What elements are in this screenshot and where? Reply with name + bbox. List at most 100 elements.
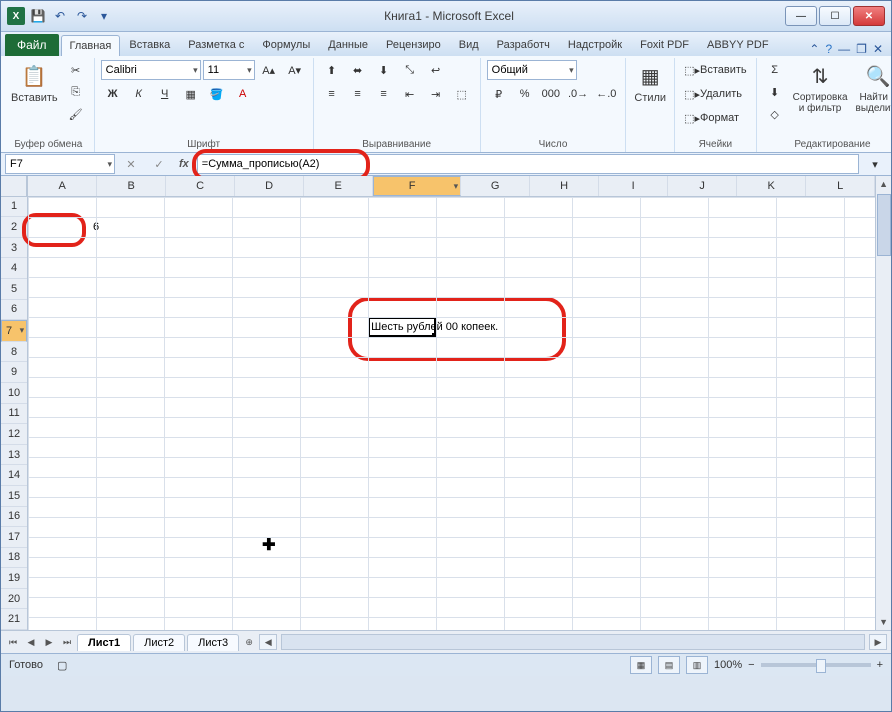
row-header-11[interactable]: 11 <box>1 404 27 425</box>
enter-formula-icon[interactable]: ✓ <box>147 154 171 174</box>
tab-data[interactable]: Данные <box>319 34 377 56</box>
paste-button[interactable]: 📋 Вставить <box>9 60 60 106</box>
tab-view[interactable]: Вид <box>450 34 488 56</box>
tab-home[interactable]: Главная <box>61 35 121 56</box>
undo-icon[interactable]: ↶ <box>51 7 69 25</box>
select-all-corner[interactable] <box>1 176 27 197</box>
fill-icon[interactable]: ⬇ <box>763 82 787 102</box>
zoom-knob[interactable] <box>816 659 826 673</box>
row-header-3[interactable]: 3 <box>1 238 27 259</box>
wrap-text-icon[interactable]: ↩ <box>424 60 448 80</box>
hscroll-right-icon[interactable]: ▶ <box>869 634 887 650</box>
row-header-2[interactable]: 2 <box>1 217 27 238</box>
row-header-10[interactable]: 10 <box>1 383 27 404</box>
formula-input[interactable]: =Сумма_прописью(A2) <box>197 154 859 174</box>
sheet-nav-next-icon[interactable]: ▶ <box>41 634 57 650</box>
copy-icon[interactable]: ⎘ <box>64 82 88 102</box>
row-header-16[interactable]: 16 <box>1 507 27 528</box>
minimize-button[interactable]: — <box>785 6 817 26</box>
number-format-select[interactable]: Общий <box>487 60 577 80</box>
view-pagelayout-icon[interactable]: ▤ <box>658 656 680 674</box>
italic-button[interactable]: К <box>127 84 151 104</box>
horizontal-scrollbar[interactable]: ◀ ▶ <box>259 634 891 650</box>
tab-review[interactable]: Рецензиро <box>377 34 450 56</box>
comma-icon[interactable]: 000 <box>539 84 563 104</box>
delete-cells-button[interactable]: ⬚▸ Удалить <box>681 84 745 104</box>
tab-addins[interactable]: Надстройк <box>559 34 631 56</box>
borders-icon[interactable]: ▦ <box>179 84 203 104</box>
row-header-7[interactable]: 7 <box>1 320 27 342</box>
scroll-up-icon[interactable]: ▲ <box>876 176 891 192</box>
merge-icon[interactable]: ⬚ <box>450 84 474 104</box>
tab-developer[interactable]: Разработч <box>488 34 559 56</box>
row-header-19[interactable]: 19 <box>1 568 27 589</box>
worksheet-grid[interactable]: 123456789101112131415161718192021 ABCDEF… <box>1 176 891 630</box>
fx-icon[interactable]: fx <box>175 158 193 170</box>
tab-formulas[interactable]: Формулы <box>253 34 319 56</box>
orientation-icon[interactable]: ⤡ <box>398 60 422 80</box>
sheet-tab-2[interactable]: Лист2 <box>133 634 185 651</box>
row-header-21[interactable]: 21 <box>1 609 27 630</box>
fill-color-icon[interactable]: 🪣 <box>205 84 229 104</box>
sheet-nav-first-icon[interactable]: ⏮ <box>5 634 21 650</box>
col-header-H[interactable]: H <box>530 176 599 196</box>
col-header-B[interactable]: B <box>97 176 166 196</box>
styles-button[interactable]: ▦ Стили <box>632 60 668 106</box>
hscroll-track[interactable] <box>281 634 865 650</box>
doc-restore-icon[interactable]: ❐ <box>856 42 867 56</box>
row-header-12[interactable]: 12 <box>1 424 27 445</box>
zoom-level[interactable]: 100% <box>714 659 742 671</box>
increase-font-icon[interactable]: A▴ <box>257 60 281 80</box>
col-header-A[interactable]: A <box>28 176 97 196</box>
tab-pagelayout[interactable]: Разметка с <box>179 34 253 56</box>
tab-insert[interactable]: Вставка <box>120 34 179 56</box>
scroll-thumb[interactable] <box>877 194 891 256</box>
row-header-6[interactable]: 6 <box>1 300 27 321</box>
expand-formula-icon[interactable]: ▾ <box>863 154 887 174</box>
col-header-J[interactable]: J <box>668 176 737 196</box>
row-header-18[interactable]: 18 <box>1 548 27 569</box>
view-normal-icon[interactable]: ▦ <box>630 656 652 674</box>
align-middle-icon[interactable]: ⬌ <box>346 60 370 80</box>
row-header-14[interactable]: 14 <box>1 465 27 486</box>
dec-decimal-icon[interactable]: ←.0 <box>593 84 619 104</box>
sheet-nav-last-icon[interactable]: ⏭ <box>59 634 75 650</box>
indent-dec-icon[interactable]: ⇤ <box>398 84 422 104</box>
sort-filter-button[interactable]: ⇅ Сортировка и фильтр <box>791 60 850 116</box>
inc-decimal-icon[interactable]: .0→ <box>565 84 591 104</box>
zoom-in-icon[interactable]: + <box>877 659 883 671</box>
help-icon[interactable]: ? <box>825 42 832 56</box>
zoom-out-icon[interactable]: − <box>748 659 754 671</box>
maximize-button[interactable]: ☐ <box>819 6 851 26</box>
tab-foxit[interactable]: Foxit PDF <box>631 34 698 56</box>
clear-icon[interactable]: ◇ <box>763 104 787 124</box>
font-color-icon[interactable]: A <box>231 84 255 104</box>
percent-icon[interactable]: % <box>513 84 537 104</box>
underline-button[interactable]: Ч <box>153 84 177 104</box>
sheet-tab-3[interactable]: Лист3 <box>187 634 239 651</box>
align-left-icon[interactable]: ≡ <box>320 84 344 104</box>
format-cells-button[interactable]: ⬚▸ Формат <box>681 108 742 128</box>
indent-inc-icon[interactable]: ⇥ <box>424 84 448 104</box>
col-header-D[interactable]: D <box>235 176 304 196</box>
macro-record-icon[interactable]: ▢ <box>57 659 67 672</box>
insert-cells-button[interactable]: ⬚▸ Вставить <box>681 60 750 80</box>
autosum-icon[interactable]: Σ <box>763 60 787 80</box>
sheet-nav-prev-icon[interactable]: ◀ <box>23 634 39 650</box>
cell-A2[interactable]: 6 <box>28 217 102 237</box>
bold-button[interactable]: Ж <box>101 84 125 104</box>
cancel-formula-icon[interactable]: ✕ <box>119 154 143 174</box>
col-header-L[interactable]: L <box>806 176 875 196</box>
name-box[interactable]: F7 <box>5 154 115 174</box>
close-button[interactable]: ✕ <box>853 6 885 26</box>
row-header-9[interactable]: 9 <box>1 362 27 383</box>
zoom-slider[interactable] <box>761 663 871 667</box>
col-header-K[interactable]: K <box>737 176 806 196</box>
hscroll-left-icon[interactable]: ◀ <box>259 634 277 650</box>
column-headers[interactable]: ABCDEFGHIJKL <box>28 176 875 197</box>
align-bottom-icon[interactable]: ⬇ <box>372 60 396 80</box>
row-header-5[interactable]: 5 <box>1 279 27 300</box>
view-pagebreak-icon[interactable]: ▥ <box>686 656 708 674</box>
row-header-13[interactable]: 13 <box>1 445 27 466</box>
align-top-icon[interactable]: ⬆ <box>320 60 344 80</box>
